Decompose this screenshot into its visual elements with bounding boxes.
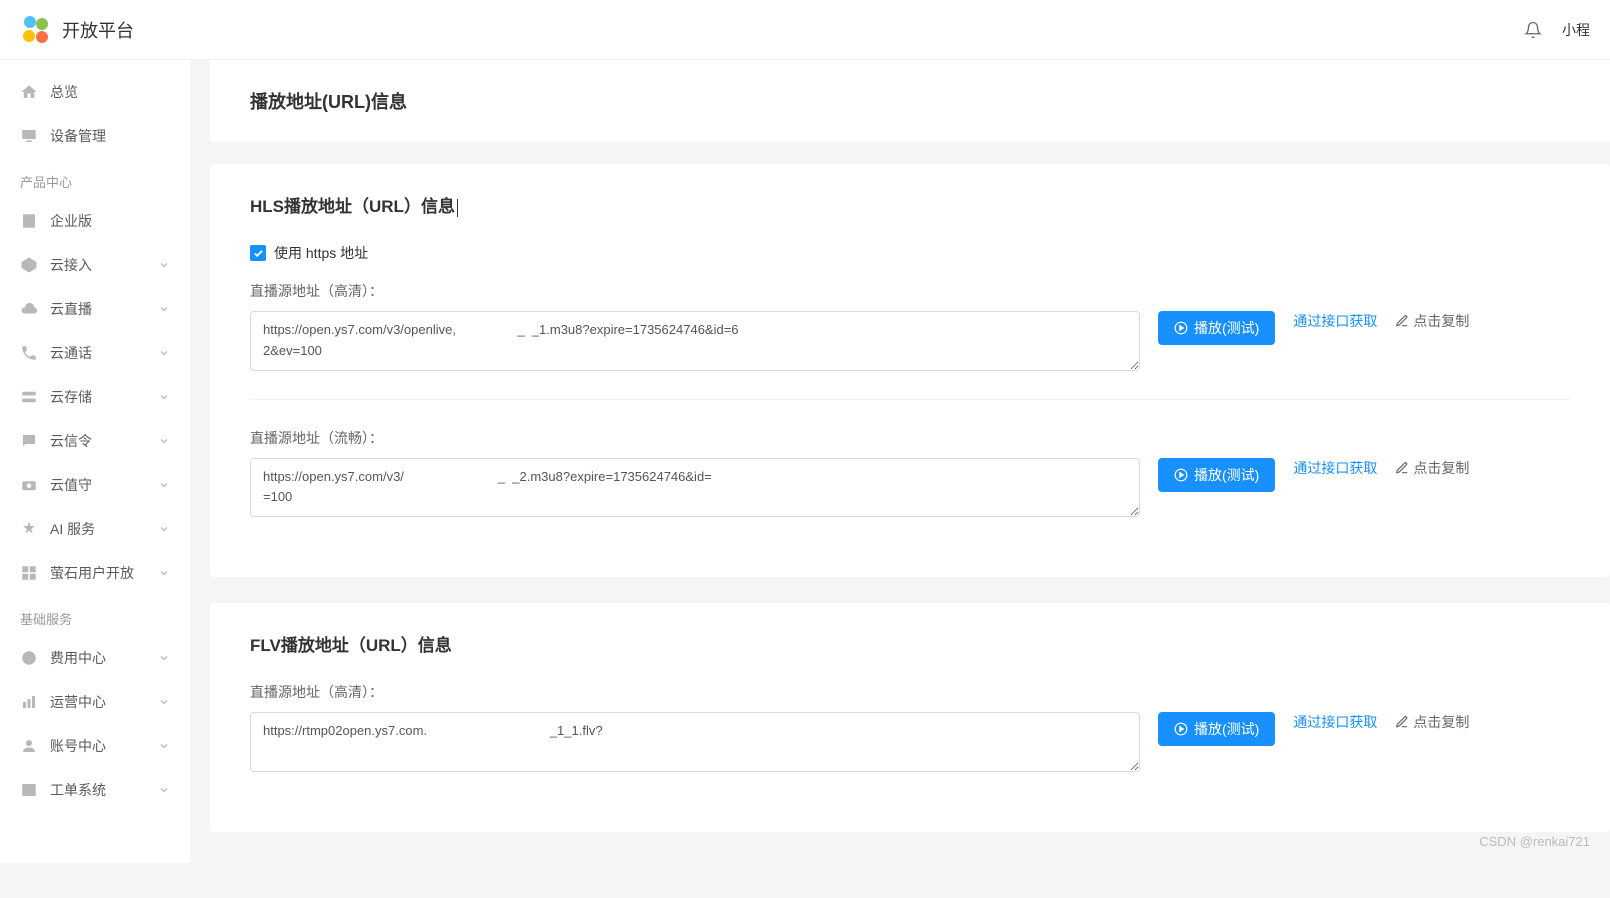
sidebar-item-cloud-guard[interactable]: 云值守	[0, 463, 190, 507]
fee-icon	[20, 649, 38, 667]
hls-hd-field: 直播源地址（高清）： 播放(测试) 通过接口获取 点击复制	[250, 281, 1570, 371]
page-title: 播放地址(URL)信息	[250, 88, 1570, 114]
sidebar-section-basic: 基础服务	[0, 595, 190, 636]
api-get-link[interactable]: 通过接口获取	[1293, 311, 1377, 331]
flv-hd-url-input[interactable]	[250, 712, 1140, 772]
home-icon	[20, 83, 38, 101]
copy-link[interactable]: 点击复制	[1395, 712, 1469, 732]
enterprise-icon	[20, 212, 38, 230]
flv-hd-label: 直播源地址（高清）：	[250, 682, 1570, 702]
sidebar-item-label: 云信令	[50, 431, 92, 451]
hls-sd-label: 直播源地址（流畅）：	[250, 428, 1570, 448]
https-checkbox-row: 使用 https 地址	[250, 243, 1570, 263]
platform-title: 开放平台	[62, 17, 134, 43]
device-icon	[20, 127, 38, 145]
chevron-down-icon	[158, 696, 170, 708]
sidebar-item-label: 账号中心	[50, 736, 106, 756]
sidebar-item-label: 云直播	[50, 299, 92, 319]
chevron-down-icon	[158, 479, 170, 491]
grid-icon	[20, 564, 38, 582]
hls-card: HLS播放地址（URL）信息 使用 https 地址 直播源地址（高清）： 播放…	[210, 164, 1610, 577]
sidebar-item-account[interactable]: 账号中心	[0, 724, 190, 768]
chevron-down-icon	[158, 391, 170, 403]
sidebar-item-label: 工单系统	[50, 780, 106, 800]
chevron-down-icon	[158, 523, 170, 535]
sidebar-item-enterprise[interactable]: 企业版	[0, 199, 190, 243]
sidebar-item-overview[interactable]: 总览	[0, 70, 190, 114]
hls-card-title: HLS播放地址（URL）信息	[250, 192, 1570, 217]
https-checkbox-label: 使用 https 地址	[274, 243, 368, 263]
camera-icon	[20, 476, 38, 494]
sidebar-item-ticket[interactable]: 工单系统	[0, 768, 190, 812]
sidebar-item-fee[interactable]: 费用中心	[0, 636, 190, 680]
storage-icon	[20, 388, 38, 406]
chevron-down-icon	[158, 435, 170, 447]
phone-icon	[20, 344, 38, 362]
sidebar-item-label: 云通话	[50, 343, 92, 363]
sidebar-item-label: 设备管理	[50, 126, 106, 146]
main-content: 播放地址(URL)信息 HLS播放地址（URL）信息 使用 https 地址 直…	[190, 60, 1610, 898]
sidebar-item-cloud-signal[interactable]: 云信令	[0, 419, 190, 463]
flv-card: FLV播放地址（URL）信息 直播源地址（高清）： 播放(测试) 通过接口获取 …	[210, 603, 1610, 832]
chevron-down-icon	[158, 652, 170, 664]
sidebar-item-label: 运营中心	[50, 692, 106, 712]
chevron-down-icon	[158, 567, 170, 579]
logo-icon	[20, 14, 52, 46]
sidebar-item-label: 云接入	[50, 255, 92, 275]
copy-link[interactable]: 点击复制	[1395, 311, 1469, 331]
chart-icon	[20, 693, 38, 711]
play-test-button[interactable]: 播放(测试)	[1158, 458, 1275, 492]
user-label[interactable]: 小程	[1562, 20, 1590, 40]
sidebar-item-cloud-live[interactable]: 云直播	[0, 287, 190, 331]
play-test-button[interactable]: 播放(测试)	[1158, 712, 1275, 746]
flv-hd-field: 直播源地址（高清）： 播放(测试) 通过接口获取 点击复制	[250, 682, 1570, 772]
api-get-link[interactable]: 通过接口获取	[1293, 458, 1377, 478]
watermark: CSDN @renkai721	[1479, 834, 1590, 849]
header: 开放平台 小程	[0, 0, 1610, 60]
ai-icon	[20, 520, 38, 538]
ticket-icon	[20, 781, 38, 799]
sidebar-item-label: 企业版	[50, 211, 92, 231]
hls-hd-url-input[interactable]	[250, 311, 1140, 371]
message-icon	[20, 432, 38, 450]
chevron-down-icon	[158, 259, 170, 271]
chevron-down-icon	[158, 303, 170, 315]
sidebar-item-ops[interactable]: 运营中心	[0, 680, 190, 724]
sidebar-section-product: 产品中心	[0, 158, 190, 199]
chevron-down-icon	[158, 784, 170, 796]
header-left: 开放平台	[20, 14, 134, 46]
sidebar-item-label: 费用中心	[50, 648, 106, 668]
user-icon	[20, 737, 38, 755]
sidebar: 总览 设备管理 产品中心 企业版 云接入 云直播 云通话 云存储 云信令 云值守	[0, 60, 190, 863]
sidebar-item-ai[interactable]: AI 服务	[0, 507, 190, 551]
sidebar-item-cloud-call[interactable]: 云通话	[0, 331, 190, 375]
copy-link[interactable]: 点击复制	[1395, 458, 1469, 478]
page-header-section: 播放地址(URL)信息	[210, 60, 1610, 142]
hls-sd-url-input[interactable]	[250, 458, 1140, 518]
header-right: 小程	[1524, 20, 1590, 40]
chevron-down-icon	[158, 347, 170, 359]
flv-card-title: FLV播放地址（URL）信息	[250, 631, 1570, 656]
sidebar-item-label: AI 服务	[50, 519, 95, 539]
sidebar-item-label: 萤石用户开放	[50, 563, 134, 583]
cloud-live-icon	[20, 300, 38, 318]
hls-sd-field: 直播源地址（流畅）： 播放(测试) 通过接口获取 点击复制	[250, 428, 1570, 518]
sidebar-item-cloud-storage[interactable]: 云存储	[0, 375, 190, 419]
sidebar-item-label: 总览	[50, 82, 78, 102]
cloud-access-icon	[20, 256, 38, 274]
play-test-button[interactable]: 播放(测试)	[1158, 311, 1275, 345]
sidebar-item-label: 云存储	[50, 387, 92, 407]
https-checkbox[interactable]	[250, 245, 266, 261]
notification-bell-icon[interactable]	[1524, 21, 1542, 39]
api-get-link[interactable]: 通过接口获取	[1293, 712, 1377, 732]
divider	[250, 399, 1570, 400]
sidebar-item-label: 云值守	[50, 475, 92, 495]
hls-hd-label: 直播源地址（高清）：	[250, 281, 1570, 301]
sidebar-item-device[interactable]: 设备管理	[0, 114, 190, 158]
sidebar-item-cloud-access[interactable]: 云接入	[0, 243, 190, 287]
sidebar-item-user-open[interactable]: 萤石用户开放	[0, 551, 190, 595]
chevron-down-icon	[158, 740, 170, 752]
